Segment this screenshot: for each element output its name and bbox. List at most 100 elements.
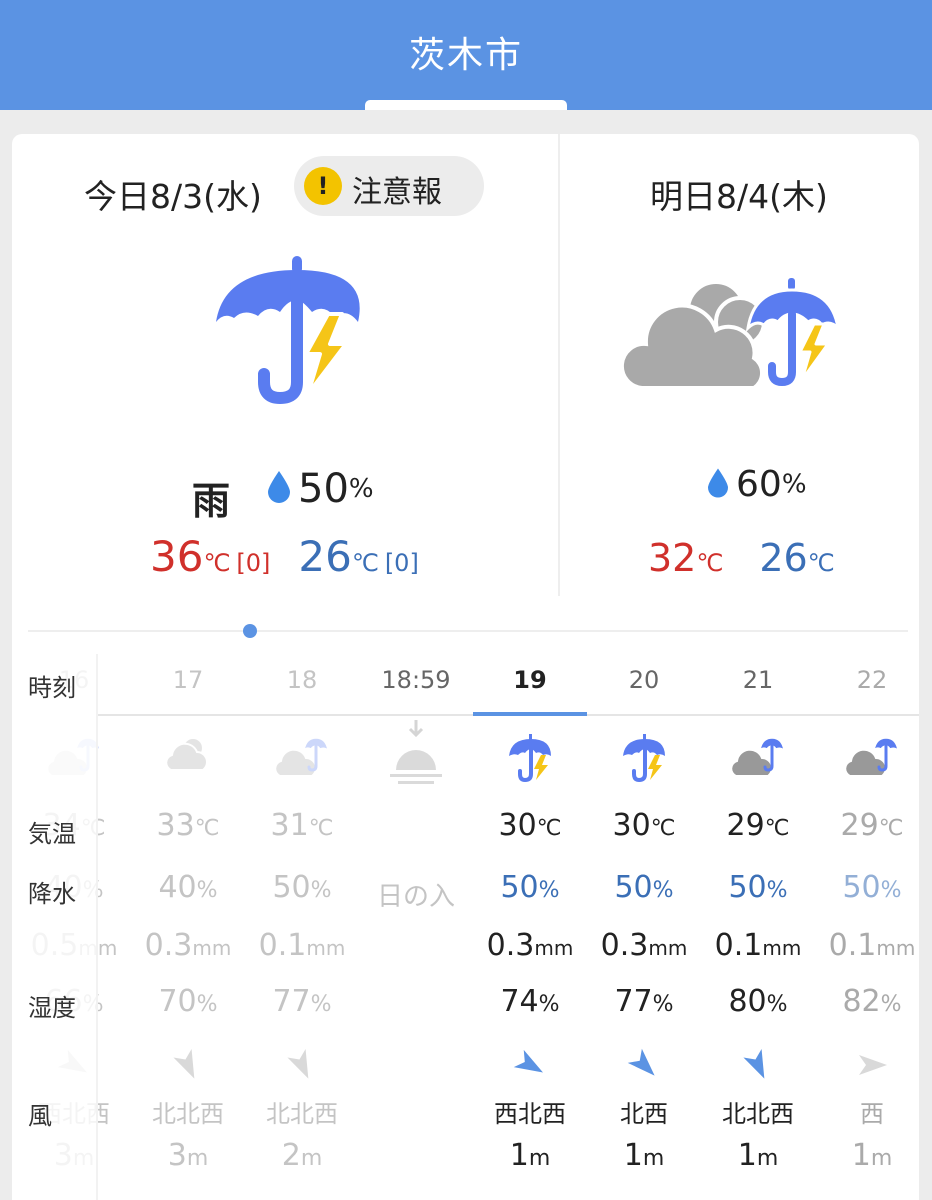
humidity-value: 82%: [842, 984, 902, 1019]
label-time: 時刻: [28, 674, 76, 702]
hour-label: 17: [172, 666, 204, 694]
temp-value: 30℃: [612, 808, 676, 843]
temp-value: 31℃: [270, 808, 334, 843]
rain-amount: 0.1mm: [258, 928, 346, 963]
wind-direction: 北北西: [152, 1100, 224, 1128]
precip-value: 50%: [842, 870, 902, 905]
raindrop-icon: [708, 467, 728, 502]
header-bar: 茨木市: [0, 0, 932, 110]
today-summary[interactable]: 今日8/3(水) ! 注意報 雨 50% 36℃ [0] 26℃ [0]: [12, 134, 558, 596]
hour-column[interactable]: 19 30℃ 50% 0.3mm 74% 西北西 1m: [473, 654, 587, 1200]
tab-indicator: [365, 100, 567, 110]
label-temp: 気温: [28, 820, 76, 848]
tomorrow-summary[interactable]: 明日8/4(木) 60% 32℃ 26℃: [560, 134, 919, 596]
precip-unit: %: [781, 469, 807, 500]
low-temp: 26℃ [0]: [298, 532, 419, 581]
precip-value: 50%: [272, 870, 332, 905]
temp-value: 30℃: [498, 808, 562, 843]
hour-column[interactable]: 17 33℃ 40% 0.3mm 70% 北北西 3m: [131, 654, 245, 1200]
hour-label: 21: [742, 666, 774, 694]
humidity-value: 80%: [728, 984, 788, 1019]
cloudy-umbrella-icon: [815, 734, 919, 784]
precip-value: 50%: [728, 870, 788, 905]
hourly-forecast[interactable]: 16 34℃40%0.5mm66% 西北西3m17 33℃40%0.3mm70%…: [12, 654, 919, 1200]
hour-label: 22: [856, 666, 888, 694]
label-wind: 風: [28, 1102, 52, 1130]
sunset-icon: [359, 720, 473, 794]
label-humidity: 湿度: [28, 994, 76, 1022]
rain-amount: 0.1mm: [714, 928, 802, 963]
wind-direction: 北北西: [266, 1100, 338, 1128]
rain-amount: 0.1mm: [828, 928, 916, 963]
precip-value: 50: [298, 466, 349, 512]
tomorrow-temps: 32℃ 26℃: [648, 536, 835, 580]
wind-arrow-icon: [473, 1048, 587, 1082]
rain-amount: 0.3mm: [144, 928, 232, 963]
humidity-value: 77%: [614, 984, 674, 1019]
umbrella-thunder-icon: [473, 734, 587, 784]
exclamation-icon: !: [304, 167, 342, 205]
temp-value: 33℃: [156, 808, 220, 843]
label-precip: 降水: [28, 880, 76, 908]
forecast-card: 今日8/3(水) ! 注意報 雨 50% 36℃ [0] 26℃ [0] 明日8/4(…: [12, 134, 919, 1200]
hour-column[interactable]: 22 29℃ 50% 0.1mm 82% 西 1m: [815, 654, 919, 1200]
wind-speed: 1m: [623, 1138, 665, 1173]
today-precip: 50%: [268, 466, 374, 512]
city-title: 茨木市: [408, 35, 523, 76]
sunset-label: 日の入: [376, 882, 455, 912]
humidity-value: 77%: [272, 984, 332, 1019]
wind-arrow-icon: [245, 1048, 359, 1082]
wind-direction: 西北西: [494, 1100, 566, 1128]
temp-value: 29℃: [726, 808, 790, 843]
warning-badge[interactable]: ! 注意報: [294, 156, 484, 216]
wind-speed: 1m: [509, 1138, 551, 1173]
raindrop-icon: [268, 471, 290, 507]
hour-column[interactable]: 20 30℃ 50% 0.3mm 77% 北西 1m: [587, 654, 701, 1200]
tomorrow-precip: 60%: [708, 464, 807, 505]
precip-value: 60: [736, 464, 782, 505]
timeline-marker[interactable]: [243, 624, 257, 638]
precip-value: 50%: [500, 870, 560, 905]
wind-speed: 1m: [737, 1138, 779, 1173]
wind-direction: 北北西: [722, 1100, 794, 1128]
wind-direction: 北西: [620, 1100, 668, 1128]
high-temp: 36℃ [0]: [150, 532, 271, 581]
hour-column[interactable]: 18:59 日の入: [359, 654, 473, 1200]
today-temps: 36℃ [0] 26℃ [0]: [150, 532, 419, 581]
humidity-value: 70%: [158, 984, 218, 1019]
wind-speed: 2m: [281, 1138, 323, 1173]
warning-label: 注意報: [352, 175, 442, 210]
cloudy-umbrella-icon: [245, 734, 359, 784]
hour-column[interactable]: 18 31℃ 50% 0.1mm 77% 北北西 2m: [245, 654, 359, 1200]
precip-value: 40%: [158, 870, 218, 905]
precip-unit: %: [348, 474, 374, 504]
tomorrow-date: 明日8/4(木): [650, 177, 828, 216]
cloudy-umbrella-icon: [701, 734, 815, 784]
wind-arrow-icon: [131, 1048, 245, 1082]
low-temp: 26℃: [759, 536, 835, 580]
cloud-icon: [131, 734, 245, 784]
precip-value: 50%: [614, 870, 674, 905]
wind-speed: 3m: [167, 1138, 209, 1173]
rain-amount: 0.3mm: [486, 928, 574, 963]
humidity-value: 74%: [500, 984, 560, 1019]
umbrella-thunder-icon: [587, 734, 701, 784]
cloudy-then-thunder-rain-icon: [619, 272, 850, 396]
hour-label: 18:59: [381, 666, 451, 694]
row-labels: 時刻 気温 降水 湿度 風: [12, 654, 98, 1200]
today-date: 今日8/3(水): [84, 177, 262, 216]
weather-label: 雨: [192, 479, 231, 523]
wind-arrow-icon: [701, 1048, 815, 1082]
hour-label: 19: [513, 666, 547, 694]
rain-amount: 0.3mm: [600, 928, 688, 963]
timeline-track[interactable]: [28, 630, 908, 632]
hour-column[interactable]: 21 29℃ 50% 0.1mm 80% 北北西 1m: [701, 654, 815, 1200]
wind-arrow-icon: [587, 1048, 701, 1082]
hour-label: 18: [286, 666, 318, 694]
high-temp: 32℃: [648, 536, 724, 580]
wind-speed: 1m: [851, 1138, 893, 1173]
wind-direction: 西: [860, 1100, 884, 1128]
umbrella-thunder-icon: [208, 256, 372, 428]
hour-label: 20: [628, 666, 660, 694]
temp-value: 29℃: [840, 808, 904, 843]
